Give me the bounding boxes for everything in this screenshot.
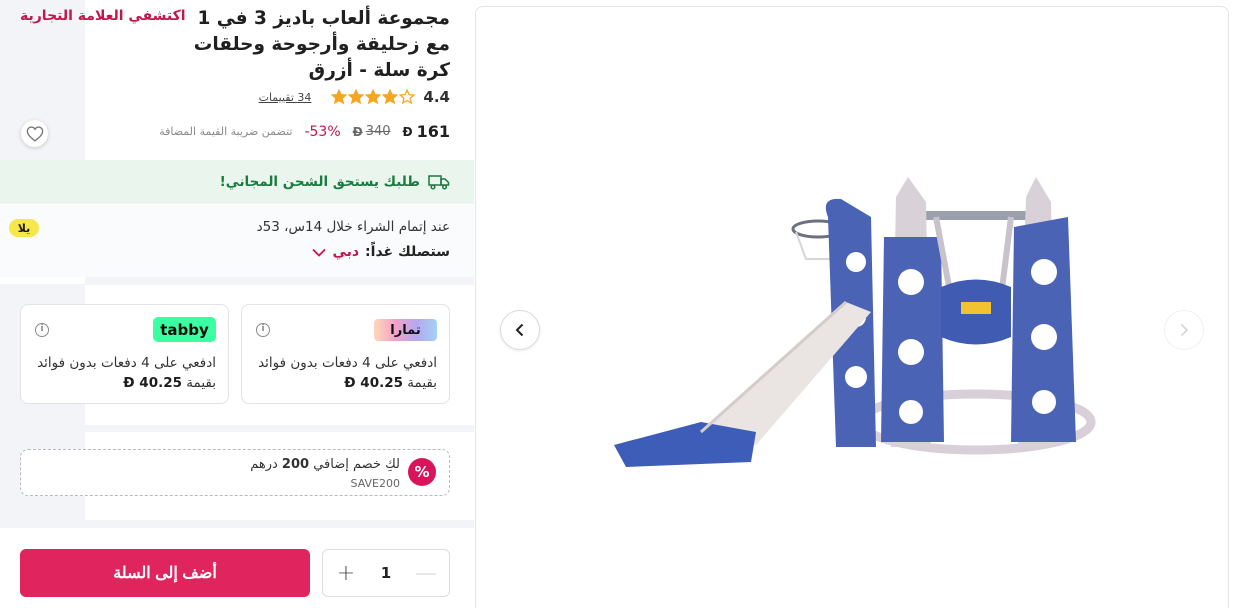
free-shipping-banner: طلبك يستحق الشحن المجاني! xyxy=(0,160,474,204)
star-icon xyxy=(331,89,348,105)
truck-icon xyxy=(428,175,450,190)
star-icon xyxy=(348,89,365,105)
tamara-logo: تمارا xyxy=(374,319,437,341)
chevron-down-icon xyxy=(312,248,327,257)
star-icon xyxy=(382,89,399,105)
coupon-code: SAVE200 xyxy=(350,477,400,490)
installment-amount-value: 40.25 xyxy=(360,375,403,391)
increment-button[interactable]: + xyxy=(335,561,357,586)
installment-amount: 40.25 Ð xyxy=(344,375,403,391)
divider xyxy=(85,277,474,285)
installment-text: ادفعي على 4 دفعات بدون فوائد بقيمة 40.25… xyxy=(252,353,437,393)
current-price-value: 161 xyxy=(416,122,450,141)
price-row: 161 Ð 340 Ð -53% تتضمن ضريبة القيمة المض… xyxy=(159,122,450,141)
currency-icon: Ð xyxy=(352,124,363,139)
chevron-left-icon xyxy=(515,323,524,337)
coupon-amount: 200 xyxy=(281,457,310,472)
tabby-logo: tabby xyxy=(153,317,216,342)
heart-icon xyxy=(26,125,43,142)
order-within-text: عند إتمام الشراء خلال 14س، 53د xyxy=(256,219,450,235)
decrement-button[interactable]: — xyxy=(415,561,437,586)
free-shipping-text: طلبك يستحق الشحن المجاني! xyxy=(219,174,420,190)
product-gallery xyxy=(475,6,1229,608)
delivery-label: ستصلك غداً: xyxy=(365,244,450,260)
currency-icon: Ð xyxy=(123,375,135,391)
ratings-count-link[interactable]: 34 تقييمات xyxy=(259,91,312,104)
divider xyxy=(85,425,474,432)
rating-row: 4.4 34 تقييمات xyxy=(259,88,450,106)
old-price: 340 Ð xyxy=(353,124,391,139)
delivery-city: دبي xyxy=(332,244,360,260)
coupon-prefix: لكِ خصم إضافي xyxy=(313,457,400,472)
tamara-installment-card[interactable]: تمارا i ادفعي على 4 دفعات بدون فوائد بقي… xyxy=(241,304,450,404)
rating-value: 4.4 xyxy=(423,88,450,106)
delivery-estimate: عند إتمام الشراء خلال 14س، 53د ستصلك غدا… xyxy=(0,205,474,277)
wishlist-button[interactable] xyxy=(21,120,48,147)
coupon-text: لكِ خصم إضافي 200 درهم xyxy=(250,457,400,472)
star-icon xyxy=(399,89,416,105)
rating-stars xyxy=(331,89,416,105)
current-price: 161 Ð xyxy=(403,122,450,141)
add-to-cart-button[interactable]: أضف إلى السلة xyxy=(20,549,310,597)
gallery-next-button[interactable] xyxy=(1164,310,1204,350)
star-icon xyxy=(365,89,382,105)
chevron-right-icon xyxy=(1180,323,1189,337)
product-details-panel: اكتشفي العلامة التجارية مجموعة ألعاب باد… xyxy=(0,0,474,608)
tabby-installment-card[interactable]: tabby i ادفعي على 4 دفعات بدون فوائد بقي… xyxy=(20,304,229,404)
express-badge: يلا xyxy=(9,219,39,237)
product-title: مجموعة ألعاب باديز 3 في 1 مع زحليقة وأرج… xyxy=(193,8,450,81)
quantity-value: 1 xyxy=(380,564,392,582)
installment-text: ادفعي على 4 دفعات بدون فوائد بقيمة 40.25… xyxy=(31,353,216,393)
currency-icon: Ð xyxy=(402,124,413,139)
coupon-box[interactable]: % لكِ خصم إضافي 200 درهم SAVE200 xyxy=(20,449,450,496)
installment-amount-value: 40.25 xyxy=(139,375,182,391)
discount-percent: -53% xyxy=(304,123,341,140)
info-icon[interactable]: i xyxy=(35,323,49,337)
installment-amount: 40.25 Ð xyxy=(123,375,182,391)
delivery-location[interactable]: ستصلك غداً: دبي xyxy=(312,244,450,260)
gallery-prev-button[interactable] xyxy=(500,310,540,350)
product-image[interactable] xyxy=(606,177,1096,477)
quantity-stepper: + 1 — xyxy=(322,549,450,597)
info-icon[interactable]: i xyxy=(256,323,270,337)
percent-icon: % xyxy=(408,458,436,486)
old-price-value: 340 xyxy=(365,124,391,139)
discover-brand-link[interactable]: اكتشفي العلامة التجارية xyxy=(20,8,186,24)
vat-note: تتضمن ضريبة القيمة المضافة xyxy=(159,125,293,138)
currency-icon: Ð xyxy=(344,375,356,391)
divider xyxy=(0,520,474,528)
coupon-suffix: درهم xyxy=(250,457,278,472)
